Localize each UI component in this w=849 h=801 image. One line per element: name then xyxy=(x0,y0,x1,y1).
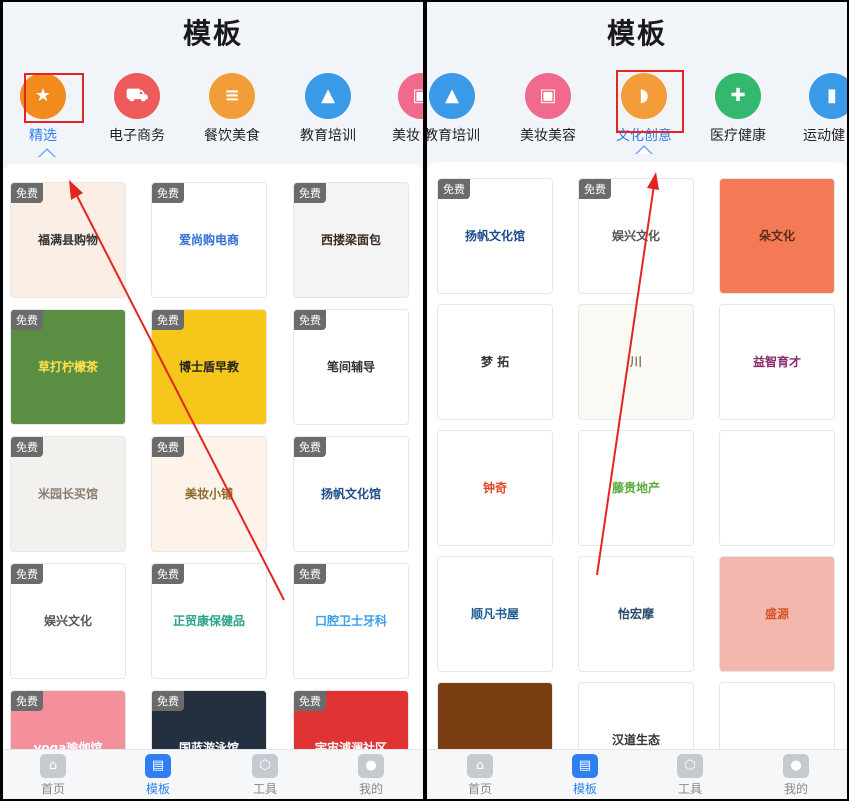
free-badge: 免费 xyxy=(152,691,184,711)
free-badge: 免费 xyxy=(579,179,611,199)
free-badge: 免费 xyxy=(294,437,326,457)
free-badge: 免费 xyxy=(11,310,43,330)
annotation-arrow xyxy=(69,180,285,601)
free-badge: 免费 xyxy=(294,564,326,584)
free-badge: 免费 xyxy=(152,183,184,203)
free-badge: 免费 xyxy=(11,691,43,711)
free-badge: 免费 xyxy=(438,179,470,199)
free-badge: 免费 xyxy=(294,310,326,330)
left-screen: 模板 ★ 精选 ⛟ 电子商务 ≡ 餐饮美食 ▲ 教育培训 ▣ 美妆 免费 福满县购… xyxy=(3,2,423,799)
free-badge: 免费 xyxy=(11,437,43,457)
free-badge: 免费 xyxy=(294,691,326,711)
annotation-arrow xyxy=(596,172,659,576)
free-badge: 免费 xyxy=(11,183,43,203)
free-badge: 免费 xyxy=(152,564,184,584)
free-badge: 免费 xyxy=(152,310,184,330)
free-badge: 免费 xyxy=(11,564,43,584)
free-badge: 免费 xyxy=(152,437,184,457)
free-badge: 免费 xyxy=(294,183,326,203)
right-screen: 模板 ▲ 教育培训 ▣ 美妆美容 ◗ 文化创意 ✚ 医疗健康 ▮ 运动健 免费扬… xyxy=(427,2,847,799)
